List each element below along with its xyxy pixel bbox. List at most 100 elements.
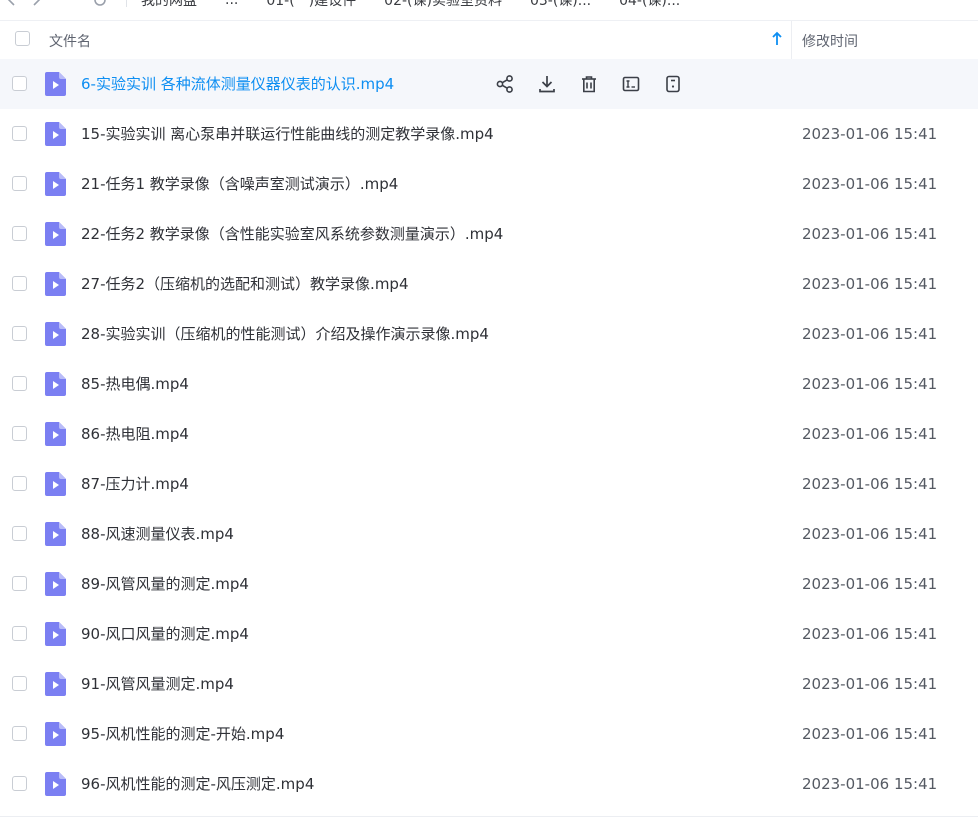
file-modified-time: 2023-01-06 15:41 bbox=[802, 675, 938, 693]
row-checkbox[interactable] bbox=[12, 526, 27, 541]
row-checkbox[interactable] bbox=[12, 626, 27, 641]
table-row[interactable]: 91-风管风量测定.mp4 2023-01-06 15:41 bbox=[0, 659, 978, 709]
row-actions bbox=[494, 73, 704, 95]
file-name[interactable]: 96-风机性能的测定-风压测定.mp4 bbox=[81, 774, 314, 794]
table-row[interactable]: 22-任务2 教学录像（含性能实验室风系统参数测量演示）.mp4 2023-01… bbox=[0, 209, 978, 259]
video-file-icon bbox=[45, 472, 66, 496]
breadcrumb-item[interactable]: 我的网盘 bbox=[141, 0, 197, 10]
file-list: 6-实验实训 各种流体测量仪器仪表的认识.mp4 15-实验实训 离心泵串并联运… bbox=[0, 59, 978, 809]
video-file-icon bbox=[45, 272, 66, 296]
breadcrumb-item[interactable]: 01-(一)建设件 bbox=[266, 0, 356, 10]
refresh-icon[interactable] bbox=[88, 0, 112, 10]
table-row[interactable]: 96-风机性能的测定-风压测定.mp4 2023-01-06 15:41 bbox=[0, 759, 978, 809]
file-name[interactable]: 22-任务2 教学录像（含性能实验室风系统参数测量演示）.mp4 bbox=[81, 224, 503, 244]
file-modified-time: 2023-01-06 15:41 bbox=[802, 475, 938, 493]
file-modified-time: 2023-01-06 15:41 bbox=[802, 175, 938, 193]
file-name[interactable]: 6-实验实训 各种流体测量仪器仪表的认识.mp4 bbox=[81, 74, 394, 94]
video-file-icon bbox=[45, 672, 66, 696]
row-checkbox[interactable] bbox=[12, 176, 27, 191]
file-name[interactable]: 21-任务1 教学录像（含噪声室测试演示）.mp4 bbox=[81, 174, 398, 194]
row-checkbox[interactable] bbox=[12, 326, 27, 341]
column-header-name[interactable]: 文件名 bbox=[49, 31, 91, 51]
download-icon[interactable] bbox=[536, 73, 558, 95]
row-checkbox[interactable] bbox=[12, 76, 27, 91]
table-row[interactable]: 21-任务1 教学录像（含噪声室测试演示）.mp4 2023-01-06 15:… bbox=[0, 159, 978, 209]
file-name[interactable]: 28-实验实训（压缩机的性能测试）介绍及操作演示录像.mp4 bbox=[81, 324, 489, 344]
file-modified-time: 2023-01-06 15:41 bbox=[802, 325, 938, 343]
row-checkbox[interactable] bbox=[12, 726, 27, 741]
table-row[interactable]: 95-风机性能的测定-开始.mp4 2023-01-06 15:41 bbox=[0, 709, 978, 759]
table-row[interactable]: 88-风速测量仪表.mp4 2023-01-06 15:41 bbox=[0, 509, 978, 559]
table-row[interactable]: 28-实验实训（压缩机的性能测试）介绍及操作演示录像.mp4 2023-01-0… bbox=[0, 309, 978, 359]
video-file-icon bbox=[45, 72, 66, 96]
delete-icon[interactable] bbox=[578, 73, 600, 95]
table-row[interactable]: 90-风口风量的测定.mp4 2023-01-06 15:41 bbox=[0, 609, 978, 659]
file-name[interactable]: 86-热电阻.mp4 bbox=[81, 424, 189, 444]
row-checkbox[interactable] bbox=[12, 376, 27, 391]
file-modified-time: 2023-01-06 15:41 bbox=[802, 575, 938, 593]
table-row[interactable]: 6-实验实训 各种流体测量仪器仪表的认识.mp4 bbox=[0, 59, 978, 109]
video-file-icon bbox=[45, 222, 66, 246]
file-name[interactable]: 95-风机性能的测定-开始.mp4 bbox=[81, 724, 284, 744]
video-file-icon bbox=[45, 622, 66, 646]
row-checkbox[interactable] bbox=[12, 676, 27, 691]
breadcrumb-divider bbox=[126, 0, 127, 7]
table-row[interactable]: 87-压力计.mp4 2023-01-06 15:41 bbox=[0, 459, 978, 509]
file-modified-time: 2023-01-06 15:41 bbox=[802, 125, 938, 143]
file-name[interactable]: 88-风速测量仪表.mp4 bbox=[81, 524, 234, 544]
file-name[interactable]: 27-任务2（压缩机的选配和测试）教学录像.mp4 bbox=[81, 274, 409, 294]
column-divider[interactable] bbox=[791, 21, 792, 59]
row-checkbox[interactable] bbox=[12, 426, 27, 441]
breadcrumb-item[interactable]: ... bbox=[225, 0, 238, 8]
row-checkbox[interactable] bbox=[12, 476, 27, 491]
file-name[interactable]: 89-风管风量的测定.mp4 bbox=[81, 574, 249, 594]
arrow-up-icon[interactable] bbox=[770, 30, 784, 48]
file-list-page: 我的网盘 ... 01-(一)建设件 02-(课)实验室资料 03-(课)...… bbox=[0, 0, 978, 824]
table-row[interactable]: 89-风管风量的测定.mp4 2023-01-06 15:41 bbox=[0, 559, 978, 609]
file-name[interactable]: 91-风管风量测定.mp4 bbox=[81, 674, 234, 694]
chevron-right-icon[interactable] bbox=[24, 0, 48, 10]
file-modified-time: 2023-01-06 15:41 bbox=[802, 725, 938, 743]
select-all-checkbox[interactable] bbox=[15, 31, 30, 46]
file-modified-time: 2023-01-06 15:41 bbox=[802, 375, 938, 393]
chevron-left-icon[interactable] bbox=[0, 0, 24, 10]
rename-icon[interactable] bbox=[620, 73, 642, 95]
table-row[interactable]: 86-热电阻.mp4 2023-01-06 15:41 bbox=[0, 409, 978, 459]
breadcrumb-item[interactable]: 04-(课)... bbox=[619, 0, 680, 10]
video-file-icon bbox=[45, 322, 66, 346]
video-file-icon bbox=[45, 722, 66, 746]
breadcrumb-bar: 我的网盘 ... 01-(一)建设件 02-(课)实验室资料 03-(课)...… bbox=[0, 0, 978, 21]
file-name[interactable]: 15-实验实训 离心泵串并联运行性能曲线的测定教学录像.mp4 bbox=[81, 124, 494, 144]
video-file-icon bbox=[45, 522, 66, 546]
file-name[interactable]: 87-压力计.mp4 bbox=[81, 474, 189, 494]
table-row[interactable]: 15-实验实训 离心泵串并联运行性能曲线的测定教学录像.mp4 2023-01-… bbox=[0, 109, 978, 159]
video-file-icon bbox=[45, 422, 66, 446]
file-modified-time: 2023-01-06 15:41 bbox=[802, 425, 938, 443]
row-checkbox[interactable] bbox=[12, 126, 27, 141]
row-checkbox[interactable] bbox=[12, 776, 27, 791]
row-checkbox[interactable] bbox=[12, 576, 27, 591]
video-file-icon bbox=[45, 572, 66, 596]
video-file-icon bbox=[45, 172, 66, 196]
more-icon[interactable] bbox=[662, 73, 684, 95]
breadcrumb-item[interactable]: 03-(课)... bbox=[530, 0, 591, 10]
breadcrumb-item[interactable]: 02-(课)实验室资料 bbox=[384, 0, 502, 10]
file-modified-time: 2023-01-06 15:41 bbox=[802, 525, 938, 543]
video-file-icon bbox=[45, 122, 66, 146]
file-name[interactable]: 85-热电偶.mp4 bbox=[81, 374, 189, 394]
file-modified-time: 2023-01-06 15:41 bbox=[802, 625, 938, 643]
table-row[interactable]: 85-热电偶.mp4 2023-01-06 15:41 bbox=[0, 359, 978, 409]
file-modified-time: 2023-01-06 15:41 bbox=[802, 225, 938, 243]
file-name[interactable]: 90-风口风量的测定.mp4 bbox=[81, 624, 249, 644]
table-row[interactable]: 27-任务2（压缩机的选配和测试）教学录像.mp4 2023-01-06 15:… bbox=[0, 259, 978, 309]
list-bottom-divider bbox=[0, 816, 978, 817]
share-icon[interactable] bbox=[494, 73, 516, 95]
row-checkbox[interactable] bbox=[12, 226, 27, 241]
column-header-time[interactable]: 修改时间 bbox=[802, 31, 858, 51]
video-file-icon bbox=[45, 772, 66, 796]
row-checkbox[interactable] bbox=[12, 276, 27, 291]
file-modified-time: 2023-01-06 15:41 bbox=[802, 775, 938, 793]
list-header: 文件名 修改时间 bbox=[0, 21, 978, 59]
file-modified-time: 2023-01-06 15:41 bbox=[802, 275, 938, 293]
video-file-icon bbox=[45, 372, 66, 396]
